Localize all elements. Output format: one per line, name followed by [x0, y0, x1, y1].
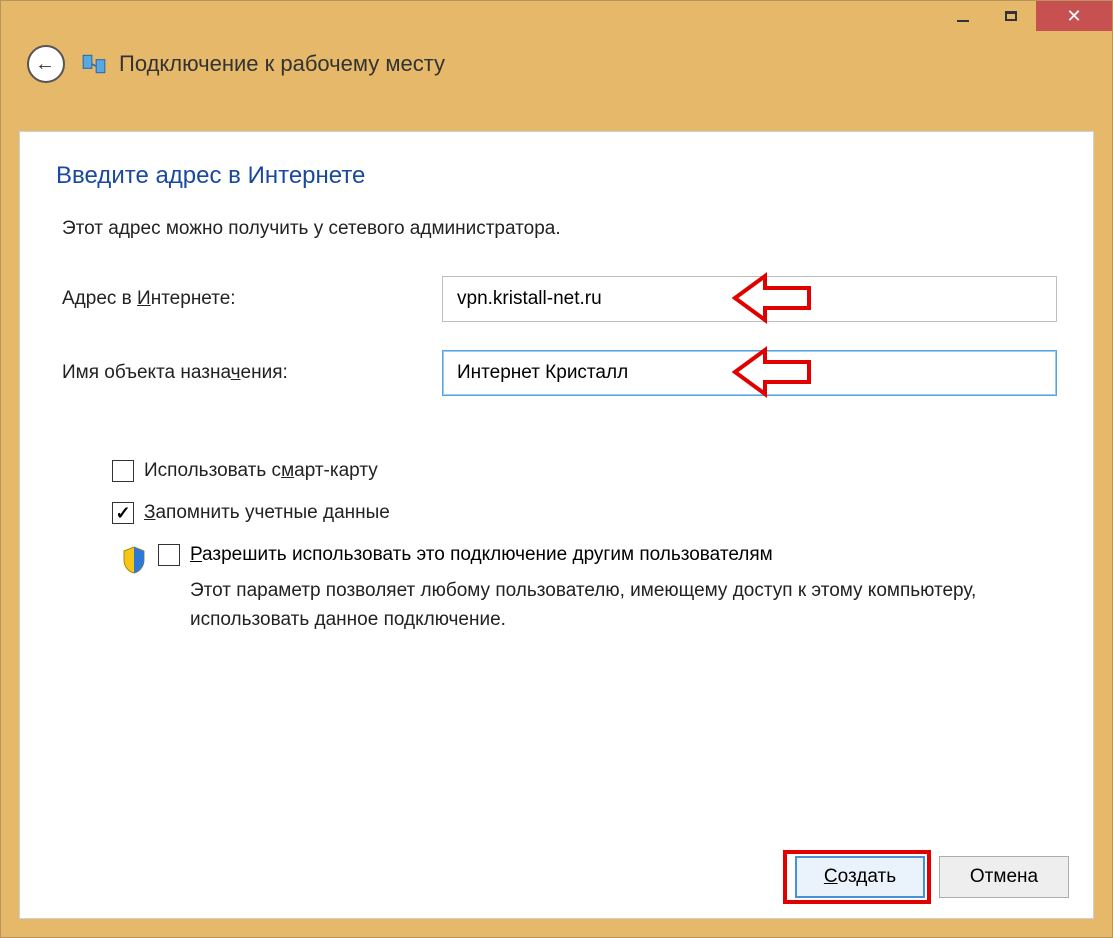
remember-credentials-checkbox[interactable]	[112, 502, 134, 524]
back-button[interactable]: ←	[27, 45, 65, 83]
close-icon: ✕	[1066, 7, 1081, 25]
network-wizard-icon	[81, 51, 107, 77]
titlebar: ✕	[1, 1, 1112, 37]
wizard-window: ✕ ← Подключение к рабочему месту Введите…	[0, 0, 1113, 938]
minimize-icon	[957, 20, 969, 22]
wizard-header: ← Подключение к рабочему месту	[1, 37, 1112, 109]
remember-credentials-label: Запомнить учетные данные	[144, 502, 390, 524]
page-heading: Введите адрес в Интернете	[56, 162, 1057, 190]
wizard-title: Подключение к рабочему месту	[119, 51, 445, 77]
row-allow-other-users: Разрешить использовать это подключение д…	[112, 544, 1057, 635]
label-destination-name: Имя объекта назначения:	[62, 362, 442, 384]
minimize-button[interactable]	[940, 1, 986, 31]
shield-icon	[122, 546, 146, 574]
maximize-icon	[1005, 11, 1017, 21]
row-internet-address: Адрес в Интернете:	[56, 276, 1057, 322]
cancel-button[interactable]: Отмена	[939, 856, 1069, 898]
maximize-button[interactable]	[988, 1, 1034, 31]
allow-other-users-hint: Этот параметр позволяет любому пользоват…	[158, 576, 1057, 635]
allow-other-users-checkbox[interactable]	[158, 544, 180, 566]
smartcard-label: Использовать смарт-карту	[144, 460, 378, 482]
back-arrow-icon: ←	[35, 54, 55, 74]
page-description: Этот адрес можно получить у сетевого адм…	[56, 218, 1057, 240]
label-internet-address: Адрес в Интернете:	[62, 288, 442, 310]
content-panel: Введите адрес в Интернете Этот адрес мож…	[19, 131, 1094, 919]
row-smartcard: Использовать смарт-карту	[112, 460, 1057, 482]
smartcard-checkbox[interactable]	[112, 460, 134, 482]
row-destination-name: Имя объекта назначения:	[56, 350, 1057, 396]
button-bar: Создать Отмена	[795, 856, 1069, 898]
internet-address-input[interactable]	[442, 276, 1057, 322]
destination-name-input[interactable]	[442, 350, 1057, 396]
close-button[interactable]: ✕	[1036, 1, 1112, 31]
allow-other-users-body: Разрешить использовать это подключение д…	[158, 544, 1057, 635]
allow-other-users-label: Разрешить использовать это подключение д…	[190, 544, 773, 566]
options-section: Использовать смарт-карту Запомнить учетн…	[56, 460, 1057, 635]
create-button[interactable]: Создать	[795, 856, 925, 898]
row-remember-credentials: Запомнить учетные данные	[112, 502, 1057, 524]
